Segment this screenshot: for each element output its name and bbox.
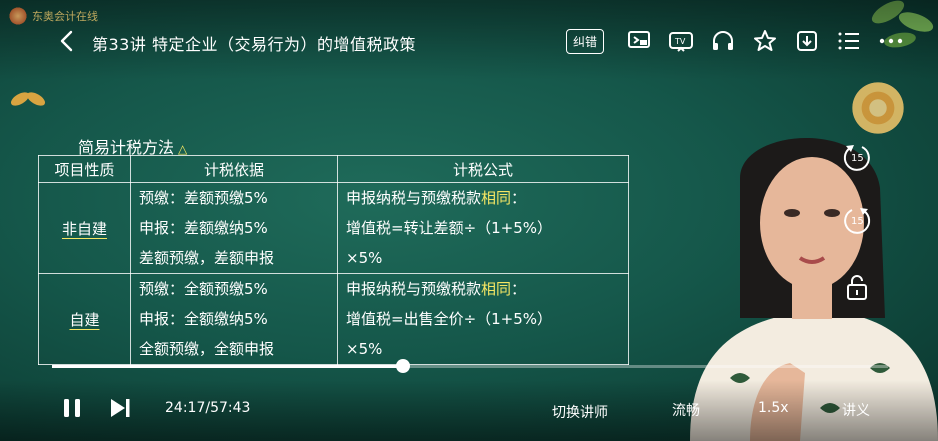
formula-text: ：: [511, 189, 527, 207]
speed-button[interactable]: 1.5x: [758, 400, 789, 416]
svg-text:TV: TV: [674, 37, 686, 46]
row-type: 自建: [38, 273, 131, 365]
row-formula: 申报纳税与预缴税款相同： 增值税=转让差额÷（1+5%） ×5%: [337, 182, 629, 274]
formula-text: ：: [511, 280, 527, 298]
basis-line: 预缴：差额预缴5%: [139, 189, 268, 207]
progress-fill: [52, 365, 404, 368]
basis-line: 预缴：全额预缴5%: [139, 280, 268, 298]
screen-cast-icon[interactable]: [626, 28, 652, 54]
row-basis: 预缴：全额预缴5% 申报：全额缴纳5% 全额预缴，全额申报: [130, 273, 338, 365]
row-formula: 申报纳税与预缴税款相同： 增值税=出售全价÷（1+5%） ×5%: [337, 273, 629, 365]
basis-line: 全额预缴，全额申报: [139, 340, 275, 358]
switch-teacher-button[interactable]: 切换讲师: [552, 402, 608, 422]
video-player[interactable]: 东奥会计在线 第33讲 特定企业（交易行为）的增值税政策 纠错 TV 简易计税方…: [0, 0, 938, 441]
logo: 东奥会计在线: [8, 6, 98, 26]
time-display: 24:17/57:43: [165, 400, 251, 416]
progress-bar[interactable]: [52, 359, 888, 373]
quality-button[interactable]: 流畅: [672, 400, 700, 420]
notes-button[interactable]: 讲义: [842, 400, 870, 420]
more-icon[interactable]: [878, 28, 904, 54]
column-header: 计税依据: [130, 155, 338, 183]
row-type-text: 非自建: [61, 219, 107, 238]
table-header-row: 项目性质 计税依据 计税公式: [38, 155, 629, 183]
logo-mark: [8, 6, 28, 26]
heading-mark: △: [178, 142, 188, 156]
lesson-table: 项目性质 计税依据 计税公式 非自建 预缴：差额预缴5% 申报：差额缴纳5% 差…: [38, 155, 629, 365]
forward-15-button[interactable]: 15: [842, 205, 872, 235]
row-type-text: 自建: [69, 310, 100, 329]
column-header: 项目性质: [38, 155, 131, 183]
forward-label: 15: [851, 216, 864, 227]
next-icon[interactable]: [108, 397, 132, 419]
pause-icon[interactable]: [60, 396, 84, 420]
top-toolbar: 纠错 TV: [565, 28, 904, 54]
formula-line: ×5%: [346, 249, 383, 267]
rewind-15-button[interactable]: 15: [842, 142, 872, 172]
star-icon[interactable]: [752, 28, 778, 54]
formula-highlight: 相同: [481, 280, 512, 298]
formula-highlight: 相同: [481, 189, 512, 207]
bottom-bar: [0, 380, 938, 441]
progress-handle[interactable]: [396, 359, 411, 373]
feedback-button[interactable]: 纠错: [565, 28, 604, 54]
formula-text: 申报纳税与预缴税款: [346, 280, 482, 298]
table-row: 自建 预缴：全额预缴5% 申报：全额缴纳5% 全额预缴，全额申报 申报纳税与预缴…: [38, 273, 629, 365]
rewind-label: 15: [851, 153, 864, 164]
basis-line: 差额预缴，差额申报: [139, 249, 275, 267]
formula-line: 申报纳税与预缴税款相同：: [346, 274, 620, 304]
leaf-decoration-left: [10, 92, 46, 106]
row-basis: 预缴：差额预缴5% 申报：差额缴纳5% 差额预缴，差额申报: [130, 182, 338, 274]
playlist-icon[interactable]: [836, 28, 862, 54]
headphones-icon[interactable]: [710, 28, 736, 54]
formula-line: 增值税=出售全价÷（1+5%）: [346, 310, 553, 328]
basis-line: 申报：差额缴纳5%: [139, 219, 268, 237]
lock-icon[interactable]: [842, 272, 872, 302]
column-header: 计税公式: [337, 155, 629, 183]
logo-text: 东奥会计在线: [32, 10, 98, 23]
formula-text: 申报纳税与预缴税款: [346, 189, 482, 207]
download-icon[interactable]: [794, 28, 820, 54]
formula-line: 申报纳税与预缴税款相同：: [346, 183, 620, 213]
tv-icon[interactable]: TV: [668, 28, 694, 54]
back-icon[interactable]: [56, 30, 78, 52]
video-title: 第33讲 特定企业（交易行为）的增值税政策: [92, 35, 416, 54]
basis-line: 申报：全额缴纳5%: [139, 310, 268, 328]
table-row: 非自建 预缴：差额预缴5% 申报：差额缴纳5% 差额预缴，差额申报 申报纳税与预…: [38, 182, 629, 274]
formula-line: ×5%: [346, 340, 383, 358]
row-type: 非自建: [38, 182, 131, 274]
formula-line: 增值税=转让差额÷（1+5%）: [346, 219, 553, 237]
